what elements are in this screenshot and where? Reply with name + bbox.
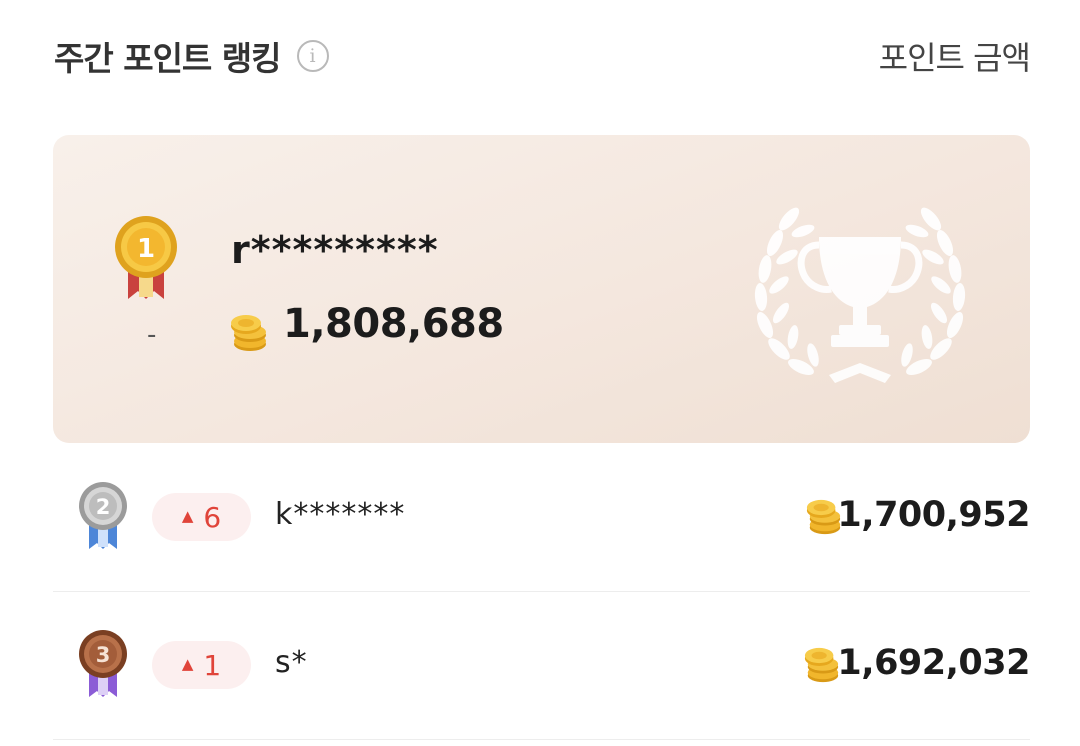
user-name: k******* (275, 497, 406, 532)
rank-change-value: 1 (203, 648, 222, 682)
silver-medal-icon: 2 (79, 482, 127, 549)
info-icon[interactable]: i (296, 40, 329, 72)
ranking-header: 주간 포인트 랭킹 i 포인트 금액 (54, 28, 1031, 84)
trophy-laurel-icon (754, 207, 966, 383)
gold-medal-icon: 1 (115, 216, 177, 299)
bronze-medal-icon: 3 (79, 630, 127, 697)
user-points: 1,692,032 (837, 643, 1030, 683)
title-group: 주간 포인트 랭킹 i (54, 32, 329, 80)
up-triangle-icon: ▲ (181, 654, 194, 673)
top-user-points: 1,808,688 (283, 301, 504, 347)
page-title: 주간 포인트 랭킹 (54, 39, 281, 78)
rank-change-badge: ▲ 1 (152, 641, 251, 689)
ranking-row[interactable]: 3 ▲ 1 s* 1,692,032 (53, 591, 1030, 740)
coin-stack-icon (231, 315, 266, 351)
up-triangle-icon: ▲ (181, 506, 194, 525)
medal-rank-number: 2 (96, 495, 111, 519)
weekly-point-ranking: 주간 포인트 랭킹 i 포인트 금액 1 - r********* 1,808,… (0, 0, 1080, 746)
medal-rank-number: 1 (137, 234, 155, 264)
rank-change-none: - (147, 320, 157, 350)
rank-change-badge: ▲ 6 (152, 493, 251, 541)
user-points: 1,700,952 (837, 495, 1030, 535)
sort-by-points-button[interactable]: 포인트 금액 (879, 33, 1031, 79)
coin-stack-icon (804, 647, 839, 683)
ranking-row[interactable]: 2 ▲ 6 k******* 1,700,952 (53, 443, 1030, 592)
top-user-name: r********* (231, 228, 439, 272)
medal-rank-number: 3 (96, 643, 111, 667)
rank-change-value: 6 (203, 500, 222, 534)
top-rank-card[interactable]: 1 - r********* 1,808,688 (53, 135, 1030, 443)
user-name: s* (275, 645, 308, 680)
